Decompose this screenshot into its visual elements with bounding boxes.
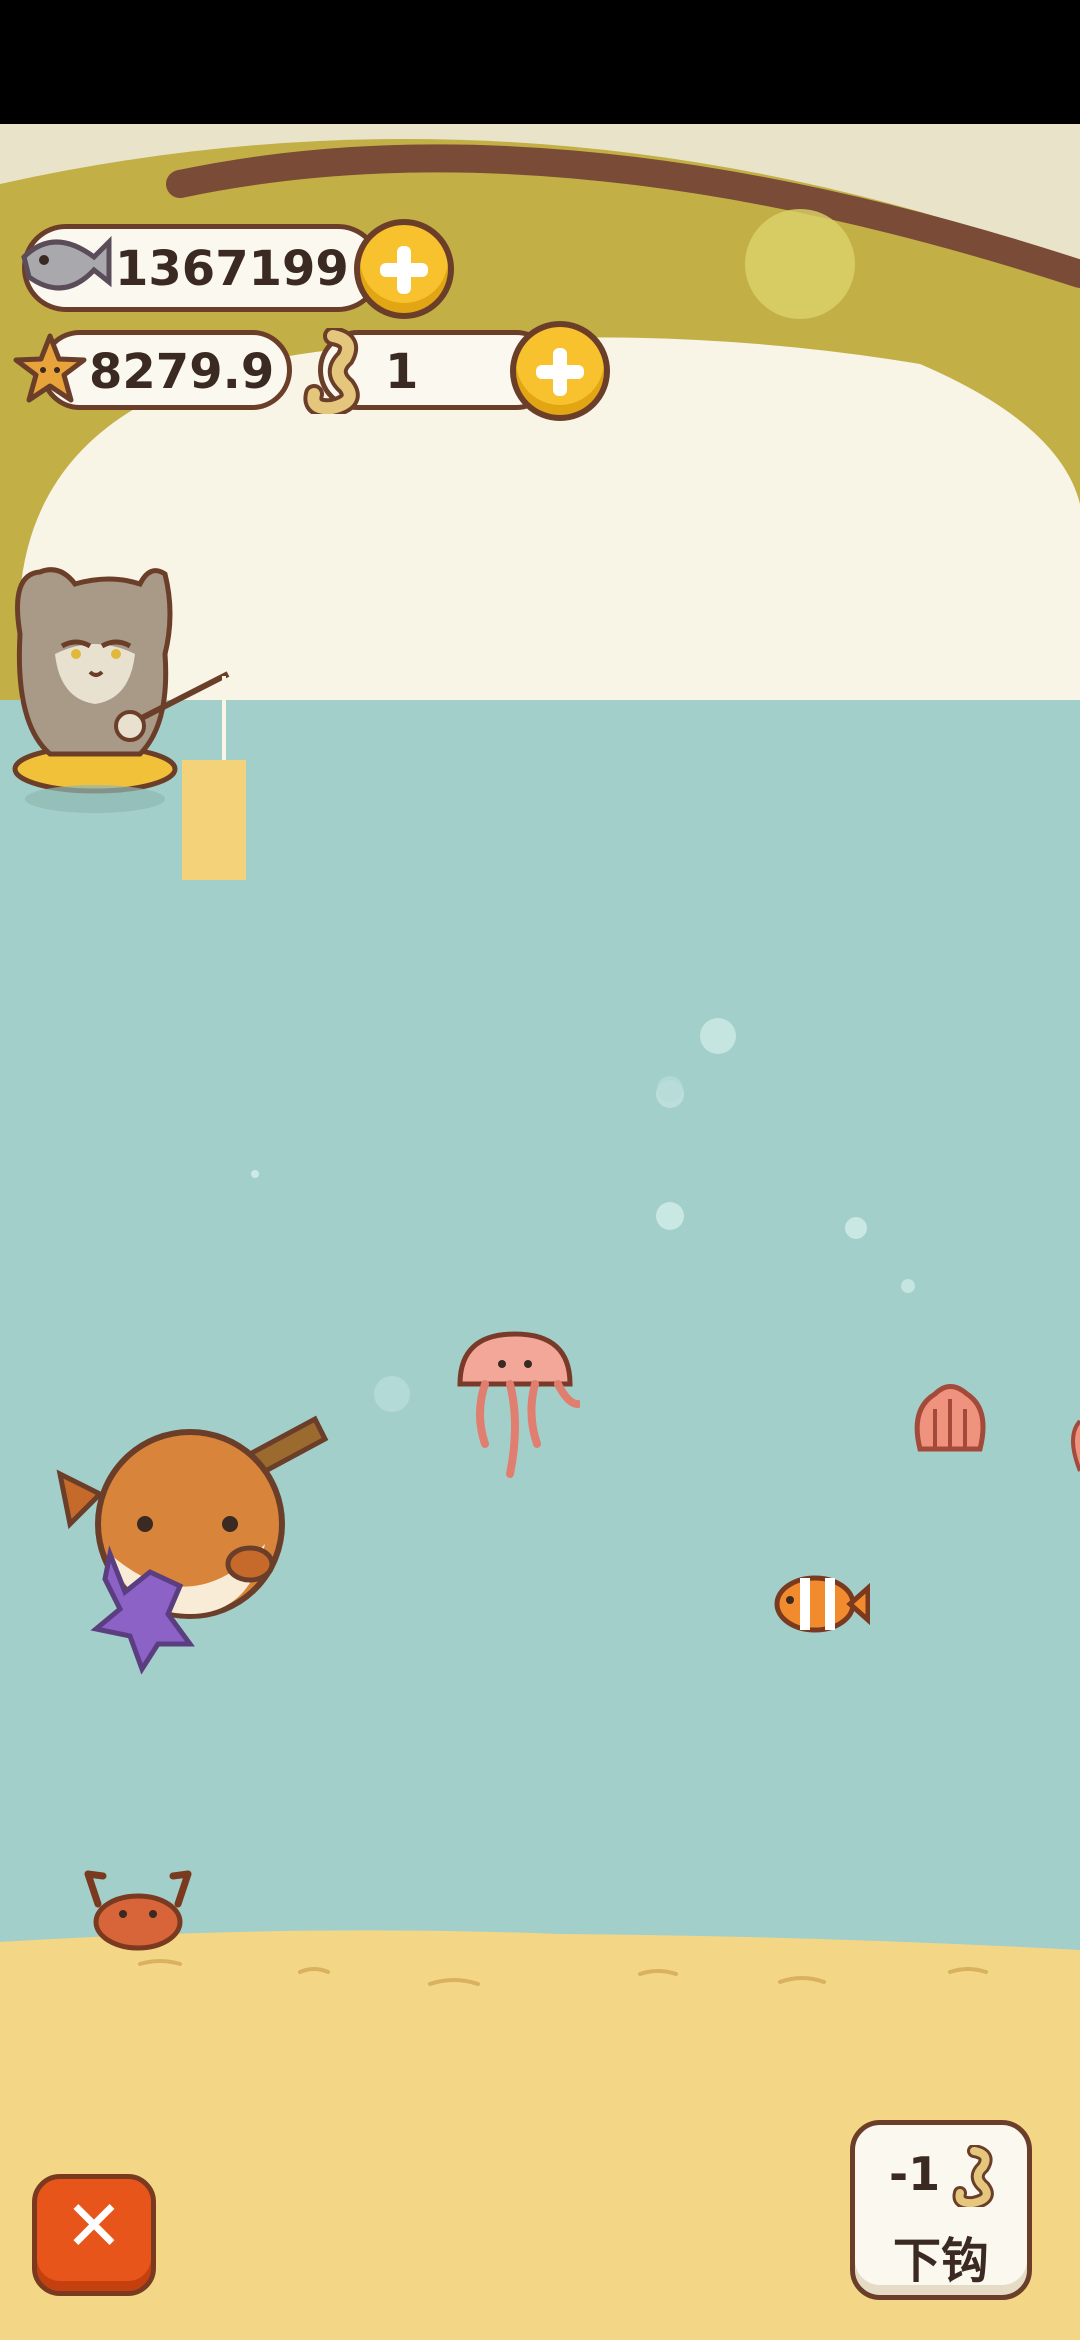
seashell bbox=[914, 1384, 986, 1452]
fishing-line-depth bbox=[182, 760, 246, 880]
add-fish-button[interactable] bbox=[354, 219, 454, 319]
close-icon: ✕ bbox=[64, 2185, 124, 2267]
close-button[interactable]: ✕ bbox=[32, 2174, 156, 2296]
status-bar bbox=[0, 0, 1080, 124]
add-bait-button[interactable] bbox=[510, 321, 610, 421]
clownfish bbox=[774, 1575, 870, 1633]
star-icon bbox=[13, 333, 87, 403]
game-scene bbox=[0, 124, 1080, 2340]
fish-count: 1367199 bbox=[115, 241, 349, 297]
scene-background bbox=[0, 124, 1080, 2340]
star-count: 8279.9 bbox=[89, 344, 275, 400]
crab bbox=[84, 1870, 192, 1951]
bait-count: 1 bbox=[385, 344, 419, 400]
hook-label: 下钩 bbox=[892, 2233, 989, 2289]
drop-hook-button[interactable]: -1 下钩 bbox=[850, 2120, 1032, 2300]
pufferfish bbox=[56, 1415, 329, 1675]
bait-cost-icon bbox=[952, 2145, 994, 2207]
fish-icon bbox=[21, 235, 112, 291]
jellyfish bbox=[457, 1331, 580, 1478]
seashell-edge bbox=[1071, 1419, 1080, 1472]
bait-worm-icon bbox=[303, 328, 360, 414]
hook-cost: -1 bbox=[889, 2147, 941, 2201]
